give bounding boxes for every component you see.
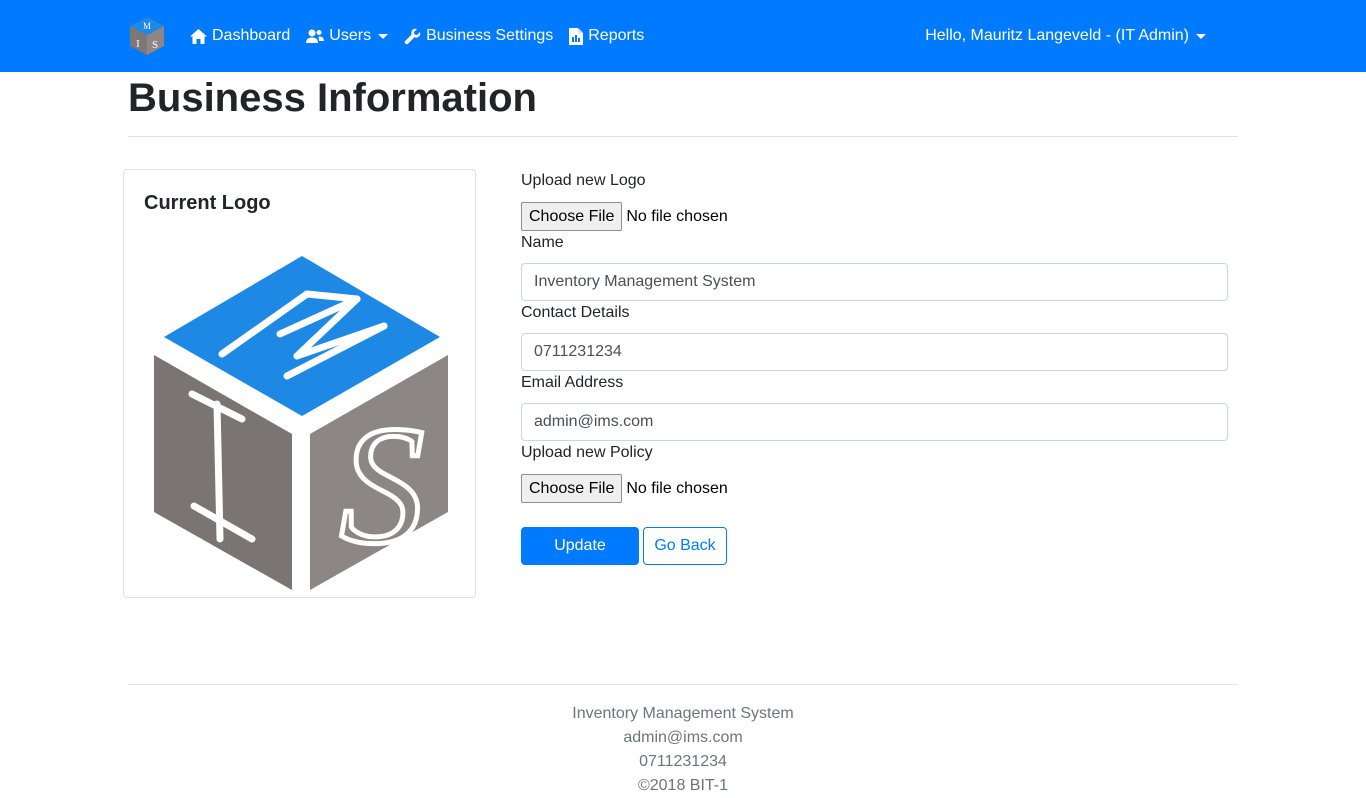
svg-text:I: I	[136, 38, 140, 50]
nav-reports-label: Reports	[588, 27, 645, 44]
footer-system-name: Inventory Management System	[572, 705, 794, 722]
chevron-down-icon	[1196, 33, 1206, 39]
email-input[interactable]	[521, 403, 1228, 441]
logo-file-input[interactable]: Choose File No file chosen	[521, 202, 728, 231]
contact-details-label: Contact Details	[521, 304, 630, 321]
nav-business-settings[interactable]: Business Settings	[404, 27, 553, 45]
email-label: Email Address	[521, 374, 624, 391]
home-icon	[190, 28, 207, 44]
nav-users-dropdown[interactable]: Users	[306, 27, 389, 45]
ims-cube-logo-image: S	[154, 256, 448, 590]
wrench-icon	[404, 28, 421, 44]
nav-users-label: Users	[329, 27, 372, 44]
contact-details-input[interactable]	[521, 333, 1228, 371]
current-logo-title: Current Logo	[144, 192, 271, 214]
current-logo-card: Current Logo S	[123, 169, 476, 598]
user-greeting: Hello, Mauritz Langeveld - (IT Admin)	[925, 27, 1189, 44]
svg-text:S: S	[340, 391, 425, 579]
name-input[interactable]	[521, 263, 1228, 301]
title-divider	[128, 136, 1238, 137]
brand-logo-icon[interactable]: M I S	[128, 15, 166, 57]
footer: Inventory Management System admin@ims.co…	[0, 702, 1366, 798]
chevron-down-icon	[378, 33, 389, 39]
name-label: Name	[521, 234, 564, 251]
nav-reports[interactable]: Reports	[569, 27, 644, 45]
logo-file-status: No file chosen	[626, 207, 728, 225]
nav-dashboard-label: Dashboard	[212, 27, 291, 44]
footer-divider	[128, 684, 1238, 685]
page-title: Business Information	[128, 76, 537, 120]
svg-text:M: M	[143, 21, 151, 31]
user-menu-dropdown[interactable]: Hello, Mauritz Langeveld - (IT Admin)	[925, 27, 1206, 45]
footer-email: admin@ims.com	[623, 729, 743, 746]
go-back-button[interactable]: Go Back	[643, 527, 727, 565]
svg-text:S: S	[152, 39, 158, 51]
logo-upload-label: Upload new Logo	[521, 172, 646, 189]
users-icon	[306, 29, 325, 43]
policy-file-status: No file chosen	[626, 479, 728, 497]
logo-choose-file-button[interactable]: Choose File	[521, 202, 623, 231]
policy-choose-file-button[interactable]: Choose File	[521, 474, 623, 503]
policy-upload-label: Upload new Policy	[521, 444, 653, 461]
footer-copyright: ©2018 BIT-1	[637, 777, 729, 794]
nav-business-settings-label: Business Settings	[426, 27, 554, 44]
footer-phone: 0711231234	[639, 753, 727, 770]
report-icon	[569, 27, 584, 45]
update-button[interactable]: Update	[521, 527, 639, 565]
policy-file-input[interactable]: Choose File No file chosen	[521, 474, 728, 503]
top-navbar: M I S Dashboard Users Business Settings …	[0, 0, 1366, 72]
nav-dashboard[interactable]: Dashboard	[190, 27, 290, 45]
